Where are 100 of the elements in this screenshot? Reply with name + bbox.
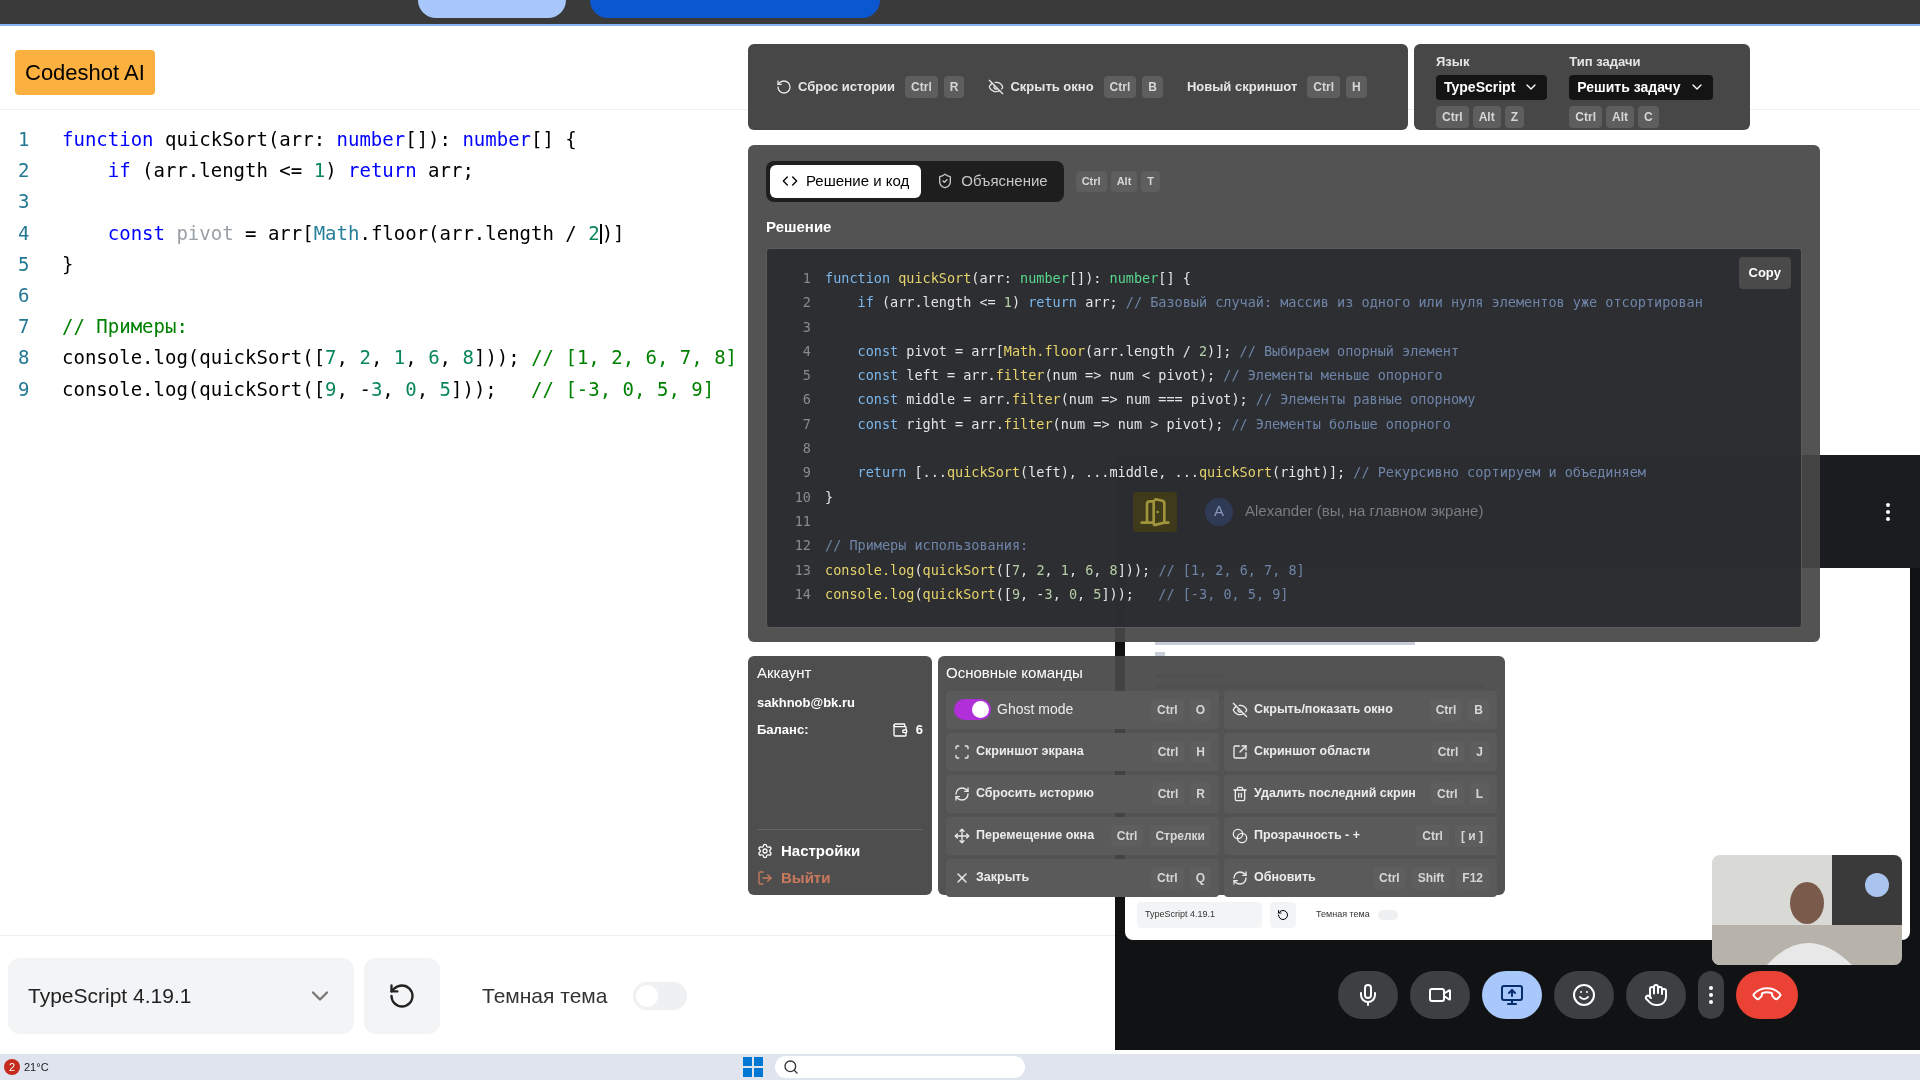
line-number: 7 [801,414,812,434]
line-number: 14 [793,584,812,604]
line-number: 1 [801,269,812,288]
key-hint: Ctrl [1103,76,1137,98]
key-hint: R [1190,782,1211,805]
line-number: 8 [801,439,812,459]
command-row[interactable]: Ghost mode Ctrl O [946,690,1219,729]
command-label: Ghost mode [997,700,1075,719]
command-label: Обновить [1254,869,1317,887]
command-row[interactable]: Скриншот области Ctrl J [1224,732,1497,771]
key-hint: Ctrl [1372,866,1406,889]
command-label: Скриншот области [1254,743,1372,761]
balance-value: 6 [915,721,923,739]
line-number: 4 [17,220,31,246]
code-line: const pivot = arr[Math.floor(arr.length / 2)] [106,220,625,247]
code-line: } [825,487,834,507]
command-label: Удалить последний скрин [1254,785,1417,803]
key-hint: Ctrl [1075,171,1107,192]
key-hint: L [1469,782,1489,805]
key-hint: B [1468,698,1489,721]
participant-name: Alexander (вы, на главном экране) [1245,501,1485,522]
command-label: Скриншот экрана [976,743,1085,761]
key-hint: Ctrl [1151,866,1184,889]
version-select[interactable]: TypeScript 4.19.1 [8,958,354,1034]
key-hint: Ctrl [1569,105,1602,128]
code-line: if (arr.length <= 1) return arr; [106,158,474,184]
key-hint: F12 [1456,866,1489,889]
code-line: const middle = arr.filter(num => num === pivot); // Элементы равные опорному [856,390,1476,410]
key-hint: H [1190,740,1211,763]
command-row[interactable]: Сбросить историю Ctrl R [946,774,1219,813]
key-hint: Shift [1411,866,1451,889]
notification-badge: 2 [4,1059,20,1075]
line-number: 9 [17,376,31,402]
key-hint: Ctrl [1307,76,1340,98]
code-line: console.log(quickSort([7, 2, 1, 6, 8])); // [1, 2, 6, 7, 8] [825,560,1305,580]
balance-label: Баланс: [757,721,810,739]
key-hint: Ctrl [1151,782,1185,805]
code-line: // Примеры: [62,314,188,340]
key-hint: J [1470,740,1489,763]
line-number: 3 [801,317,812,337]
command-label: Сбросить историю [976,785,1095,803]
code-line: const right = arr.filter(num => num > pivot); // Элементы больше опорного [856,414,1451,434]
toolbar-action[interactable]: Скрыть окно [1010,77,1094,97]
line-number: 13 [793,560,812,580]
line-number: 1 [17,127,31,152]
line-number: 6 [17,282,31,308]
copy-button[interactable]: Copy [1738,257,1791,290]
line-number: 5 [17,251,31,277]
key-hint: O [1189,698,1211,721]
dark-theme-label: Темная тема [482,983,608,1010]
command-row[interactable]: Удалить последний скрин Ctrl L [1224,774,1497,813]
code-line: function quickSort(arr: number[]): number[] { [62,127,577,152]
key-hint: Ctrl [1416,824,1449,847]
key-hint: [ и ] [1454,824,1489,847]
command-row[interactable]: Скриншот экрана Ctrl H [946,732,1219,771]
code-line: const left = arr.filter(num => num < pivot); // Элементы меньше опорного [856,366,1443,386]
code-line: } [62,251,74,277]
app-badge: Codeshot AI [15,50,155,95]
key-hint: Ctrl [1431,782,1464,805]
account-title: Аккаунт [757,663,813,683]
command-row[interactable]: Скрыть/показать окно Ctrl B [1224,690,1497,729]
command-row[interactable]: Перемещение окна Ctrl Стрелки [946,816,1219,855]
line-number: 8 [17,345,31,371]
key-hint: C [1638,105,1659,128]
settings-link[interactable]: Настройки [757,840,923,863]
weather-text: 21°C [24,1059,49,1075]
section-heading: Решение [765,216,833,237]
setting-select[interactable]: Решить задачу [1569,74,1713,100]
command-label: Закрыть [976,869,1031,887]
setting-select[interactable]: TypeScript [1436,74,1548,100]
dark-theme-label: Темная тема [1316,908,1370,922]
key-hint: Z [1504,105,1524,128]
toolbar-action[interactable]: Сброс истории [798,77,896,97]
tab[interactable]: Объяснение [925,165,1060,198]
key-hint: Alt [1472,105,1501,128]
key-hint: T [1141,171,1161,192]
key-hint: Alt [1606,105,1634,128]
code-line: function quickSort(arr: number[]): number[] { [825,269,1191,288]
key-hint: Ctrl [1436,105,1469,128]
commands-title: Основные команды [946,663,1084,683]
toolbar-action[interactable]: Новый скриншот [1186,77,1298,97]
command-row[interactable]: Закрыть Ctrl Q [946,858,1219,897]
line-number: 10 [793,487,812,507]
tab[interactable]: Решение и код [770,165,922,198]
setting-label: Тип задачи [1569,53,1642,71]
code-line: if (arr.length <= 1) return arr; // Базовый случай: массив из одного или нуля элементов уже отсортирован [856,293,1703,313]
key-hint: Ctrl [1431,740,1465,763]
setting-label: Язык [1436,53,1471,71]
line-number: 7 [17,314,31,340]
command-label: Скрыть/показать окно [1254,701,1394,719]
line-number: 3 [17,189,31,215]
line-number: 9 [801,463,812,483]
line-number: 11 [793,511,812,531]
line-number: 12 [793,536,812,556]
code-line: console.log(quickSort([9, -3, 0, 5])); // [-3, 0, 5, 9] [62,376,715,402]
line-number: 5 [801,366,812,386]
key-hint: Ctrl [1151,698,1184,721]
command-row[interactable]: Прозрачность - + Ctrl [ и ] [1224,816,1497,855]
code-line: console.log(quickSort([7, 2, 1, 6, 8])); // [1, 2, 6, 7, 8] [62,345,738,371]
command-row[interactable]: Обновить Ctrl Shift F12 [1224,858,1497,897]
